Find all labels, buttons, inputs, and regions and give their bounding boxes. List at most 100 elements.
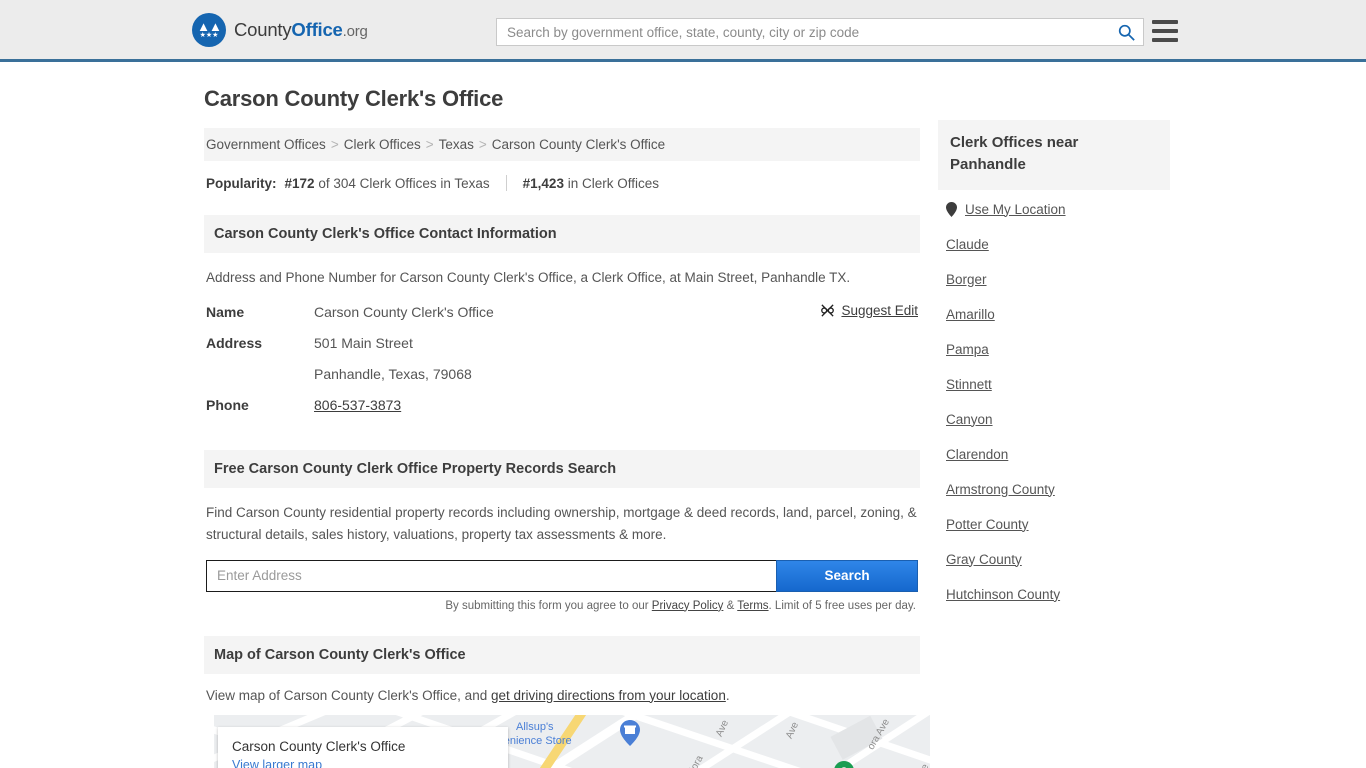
map-info-card: Carson County Clerk's Office View larger… bbox=[218, 726, 508, 768]
sidebar-item-potter-county[interactable]: Potter County bbox=[946, 517, 1170, 532]
sidebar-links-list: Use My Location Claude Borger Amarillo P… bbox=[938, 190, 1170, 602]
contact-label: Phone bbox=[206, 397, 249, 414]
sidebar-link[interactable]: Hutchinson County bbox=[946, 587, 1060, 602]
popularity-overall-rank: #1,423 bbox=[522, 175, 564, 191]
search-input[interactable] bbox=[497, 19, 1109, 45]
popularity-state-suffix: of 304 Clerk Offices in Texas bbox=[314, 175, 490, 191]
disclaimer-text-pre: By submitting this form you agree to our bbox=[445, 599, 652, 612]
contact-row-city-state-zip: Panhandle, Texas, 79068 bbox=[206, 365, 918, 383]
suggest-edit-label: Suggest Edit bbox=[841, 302, 918, 318]
sidebar-link[interactable]: Amarillo bbox=[946, 307, 995, 322]
popularity-state-rank: #172 bbox=[284, 175, 315, 191]
disclaimer-text-post: . Limit of 5 free uses per day. bbox=[768, 599, 916, 612]
map-note-pre: View map of Carson County Clerk's Office… bbox=[206, 687, 491, 703]
site-logo[interactable]: ▲▲ ★★★ CountyOffice.org bbox=[192, 12, 368, 47]
form-disclaimer: By submitting this form you agree to our… bbox=[206, 600, 918, 612]
address-input[interactable] bbox=[206, 559, 777, 592]
sidebar-heading: Clerk Offices near Panhandle bbox=[938, 120, 1170, 190]
map-note-post: . bbox=[725, 687, 730, 703]
edit-pencil-icon bbox=[821, 304, 835, 317]
property-search-heading: Free Carson County Clerk Office Property… bbox=[204, 450, 920, 489]
sidebar-link[interactable]: Clarendon bbox=[946, 447, 1008, 462]
map-note: View map of Carson County Clerk's Office… bbox=[206, 688, 918, 703]
popularity-overall-suffix: in Clerk Offices bbox=[563, 175, 659, 191]
popularity-divider bbox=[505, 175, 507, 191]
disclaimer-amp: & bbox=[723, 599, 738, 612]
use-my-location-link[interactable]: Use My Location bbox=[965, 202, 1066, 217]
map-embed[interactable]: Allsup's onvenience Store t Panhandle Fi… bbox=[214, 714, 930, 768]
sidebar-item-armstrong-county[interactable]: Armstrong County bbox=[946, 482, 1170, 497]
page-title: Carson County Clerk's Office bbox=[204, 86, 504, 111]
sidebar-link[interactable]: Claude bbox=[946, 237, 989, 252]
hamburger-menu-icon[interactable] bbox=[1152, 20, 1178, 42]
search-icon[interactable] bbox=[1109, 19, 1143, 45]
breadcrumb-item-2[interactable]: Texas bbox=[439, 137, 474, 152]
terms-link[interactable]: Terms bbox=[737, 600, 768, 612]
contact-label: Name bbox=[206, 303, 245, 320]
breadcrumb-item-0[interactable]: Government Offices bbox=[206, 137, 326, 152]
sidebar-link[interactable]: Potter County bbox=[946, 517, 1029, 532]
sidebar-item-borger[interactable]: Borger bbox=[946, 272, 1170, 287]
sidebar-link[interactable]: Canyon bbox=[946, 412, 993, 427]
site-header: ▲▲ ★★★ CountyOffice.org bbox=[0, 0, 1366, 62]
map-section-body: View map of Carson County Clerk's Office… bbox=[204, 674, 930, 768]
global-search-bar[interactable] bbox=[496, 18, 1144, 46]
popularity-label: Popularity: bbox=[206, 175, 277, 191]
sidebar-item-amarillo[interactable]: Amarillo bbox=[946, 307, 1170, 322]
contact-value: Panhandle, Texas, 79068 bbox=[314, 365, 472, 382]
breadcrumb-separator: > bbox=[425, 137, 434, 152]
sidebar-item-use-my-location[interactable]: Use My Location bbox=[946, 201, 1170, 217]
contact-label bbox=[206, 365, 314, 383]
sidebar-item-claude[interactable]: Claude bbox=[946, 237, 1170, 252]
map-poi-label-line1: Allsup's bbox=[516, 720, 554, 733]
view-larger-map-link[interactable]: View larger map bbox=[232, 758, 494, 768]
sidebar: Clerk Offices near Panhandle Use My Loca… bbox=[938, 120, 1170, 622]
map-card-title: Carson County Clerk's Office bbox=[232, 738, 406, 754]
contact-description: Address and Phone Number for Carson Coun… bbox=[206, 270, 851, 285]
eagle-stars-emblem-icon: ▲▲ ★★★ bbox=[192, 12, 226, 47]
property-search-form: Search bbox=[206, 559, 918, 592]
sidebar-item-pampa[interactable]: Pampa bbox=[946, 342, 1170, 357]
sidebar-item-stinnett[interactable]: Stinnett bbox=[946, 377, 1170, 392]
sidebar-item-gray-county[interactable]: Gray County bbox=[946, 552, 1170, 567]
contact-value: 501 Main Street bbox=[314, 334, 413, 351]
contact-value: Carson County Clerk's Office bbox=[314, 303, 494, 320]
contact-table: Suggest Edit Name Carson County Clerk's … bbox=[206, 303, 918, 415]
main-content: Carson County Clerk's Office Government … bbox=[204, 86, 930, 768]
phone-link[interactable]: 806-537-3873 bbox=[314, 397, 401, 413]
property-search-button[interactable]: Search bbox=[776, 559, 918, 592]
sidebar-link[interactable]: Pampa bbox=[946, 342, 989, 357]
logo-text-office: Office bbox=[291, 18, 343, 40]
driving-directions-link[interactable]: get driving directions from your locatio… bbox=[491, 688, 726, 703]
property-search-description: Find Carson County residential property … bbox=[206, 505, 917, 542]
property-search-body: Find Carson County residential property … bbox=[204, 488, 920, 612]
map-section-heading: Map of Carson County Clerk's Office bbox=[204, 635, 920, 674]
map-pin-icon bbox=[946, 201, 957, 217]
breadcrumb-separator: > bbox=[478, 137, 487, 152]
breadcrumb-item-1[interactable]: Clerk Offices bbox=[344, 137, 421, 152]
sidebar-link[interactable]: Armstrong County bbox=[946, 482, 1055, 497]
contact-row-name: Name Carson County Clerk's Office bbox=[206, 303, 918, 321]
sidebar-item-canyon[interactable]: Canyon bbox=[946, 412, 1170, 427]
logo-text-county: County bbox=[234, 18, 292, 40]
sidebar-link[interactable]: Borger bbox=[946, 272, 987, 287]
breadcrumb-separator: > bbox=[330, 137, 339, 152]
sidebar-item-clarendon[interactable]: Clarendon bbox=[946, 447, 1170, 462]
contact-label: Address bbox=[206, 334, 263, 351]
logo-text-org: .org bbox=[342, 22, 368, 40]
breadcrumb: Government Offices > Clerk Offices > Texas > C… bbox=[204, 128, 920, 161]
map-marker-green-icon[interactable] bbox=[834, 760, 854, 768]
contact-section-body: Address and Phone Number for Carson Coun… bbox=[204, 253, 920, 414]
contact-row-address: Address 501 Main Street bbox=[206, 334, 918, 352]
popularity-bar: Popularity: #172 of 304 Clerk Offices in… bbox=[204, 161, 920, 201]
map-marker-store-icon[interactable] bbox=[620, 719, 640, 746]
suggest-edit-button[interactable]: Suggest Edit bbox=[820, 303, 918, 318]
sidebar-item-hutchinson-county[interactable]: Hutchinson County bbox=[946, 587, 1170, 602]
contact-row-phone: Phone 806-537-3873 bbox=[206, 396, 918, 414]
privacy-policy-link[interactable]: Privacy Policy bbox=[652, 600, 724, 612]
breadcrumb-item-3[interactable]: Carson County Clerk's Office bbox=[492, 137, 665, 152]
logo-text: CountyOffice.org bbox=[234, 19, 368, 41]
sidebar-link[interactable]: Gray County bbox=[946, 552, 1022, 567]
sidebar-link[interactable]: Stinnett bbox=[946, 377, 992, 392]
contact-section-heading: Carson County Clerk's Office Contact Inf… bbox=[204, 215, 920, 253]
